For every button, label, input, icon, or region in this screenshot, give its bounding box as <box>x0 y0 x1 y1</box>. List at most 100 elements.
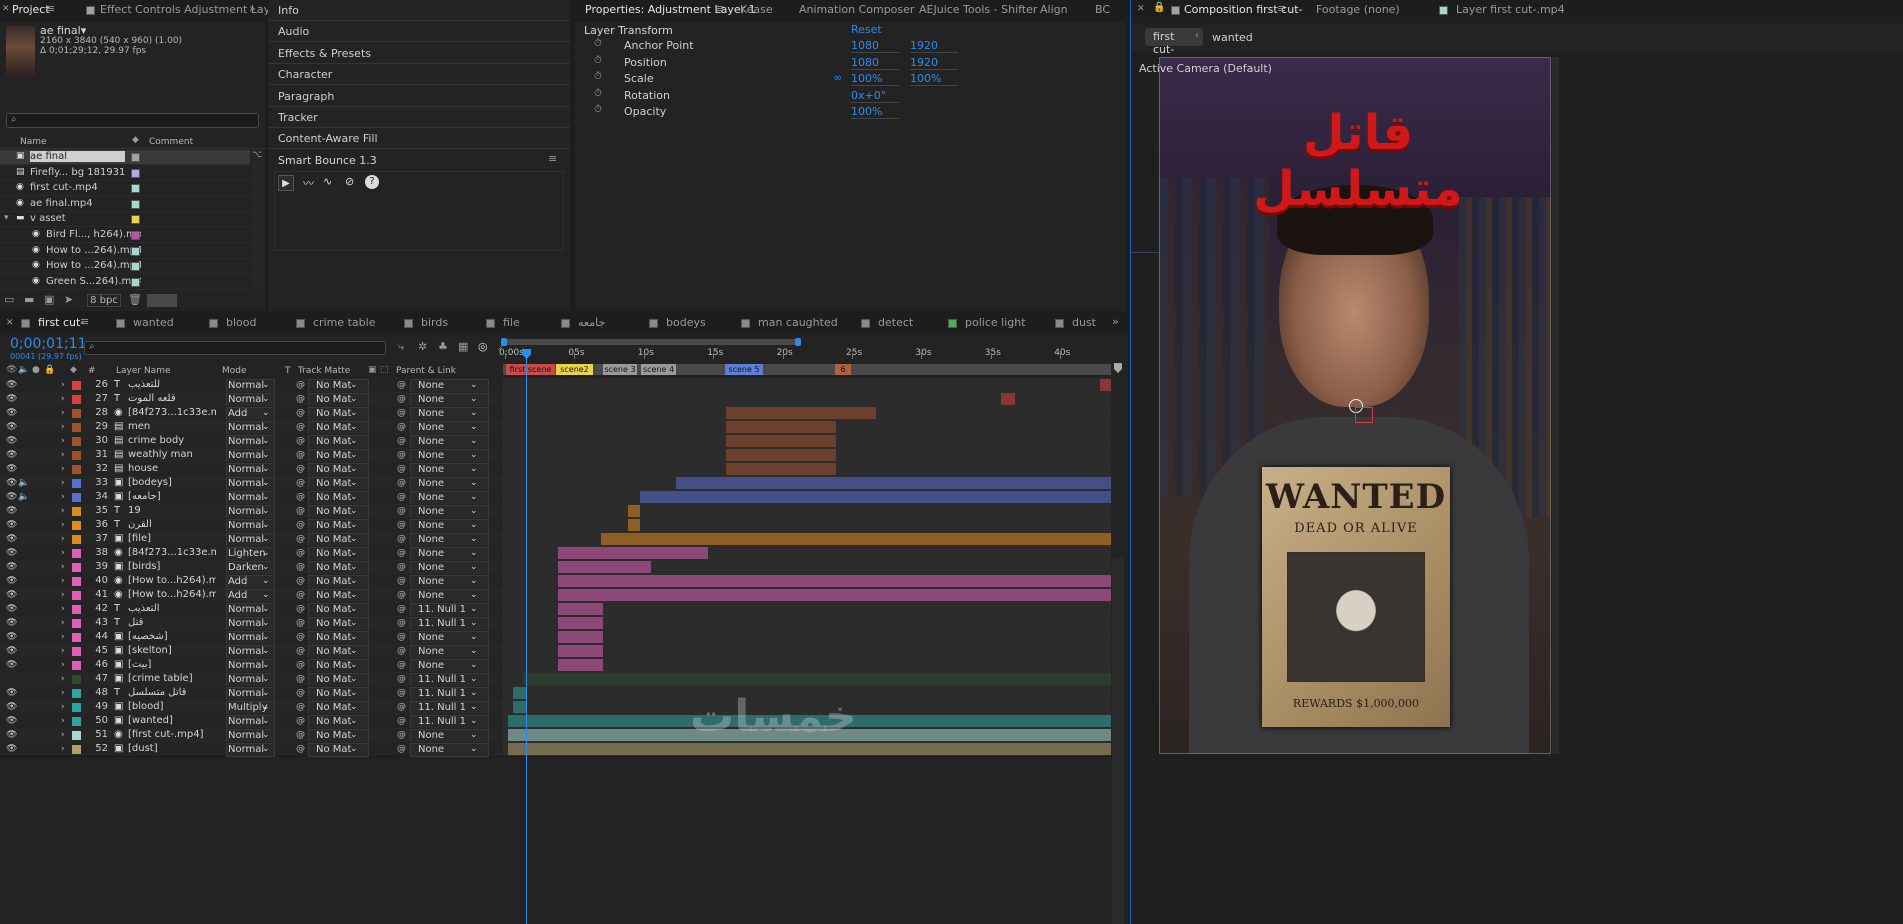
bounce-wave-icon[interactable]: 〰 <box>303 175 314 191</box>
col-parent[interactable]: Parent & Link <box>396 366 456 376</box>
visibility-eye-icon[interactable]: 👁 <box>6 630 17 644</box>
disclosure-chevron-icon[interactable]: › <box>61 448 65 462</box>
utility-panel-item[interactable]: Paragraph <box>268 86 570 107</box>
label-color-swatch[interactable] <box>72 689 81 698</box>
track-matte-select[interactable]: No Mat <box>308 505 369 519</box>
chevron-down-icon[interactable]: ⌄ <box>350 686 358 700</box>
track-matte-select[interactable]: No Mat <box>308 701 369 715</box>
track-matte-select[interactable]: No Mat <box>308 379 369 393</box>
timecode[interactable]: 0;00;01;11 <box>10 336 87 352</box>
label-color-swatch[interactable] <box>72 521 81 530</box>
layer-duration-bar[interactable] <box>558 561 651 573</box>
chevron-down-icon[interactable]: ⌄ <box>262 434 270 448</box>
disclosure-chevron-icon[interactable]: › <box>61 658 65 672</box>
chevron-down-icon[interactable]: ⌄ <box>350 420 358 434</box>
timeline-menu-icon[interactable]: ≡ <box>80 315 89 328</box>
disclosure-chevron-icon[interactable]: › <box>61 630 65 644</box>
track-matte-select[interactable]: No Mat <box>308 421 369 435</box>
label-color-swatch[interactable] <box>72 381 81 390</box>
layer-name[interactable]: house <box>128 462 216 476</box>
chevron-down-icon[interactable]: ⌄ <box>470 406 478 420</box>
visibility-eye-icon[interactable]: 👁 <box>6 588 17 602</box>
chevron-down-icon[interactable]: ⌄ <box>262 602 270 616</box>
label-color-swatch[interactable] <box>72 731 81 740</box>
utility-panel-item[interactable]: Character <box>268 64 570 86</box>
layer-row[interactable]: 👁 › 44 ▣ [شخصيه] Normal ⌄ @ No Mat ⌄ @ None ⌄ <box>0 630 1112 645</box>
chevron-down-icon[interactable]: ⌄ <box>350 630 358 644</box>
chevron-down-icon[interactable]: ⌄ <box>470 714 478 728</box>
disclosure-chevron-icon[interactable]: › <box>61 378 65 392</box>
motion-blur-icon[interactable]: ◎ <box>478 340 488 353</box>
play-icon[interactable]: ▶ <box>278 175 294 191</box>
parent-pickwhip-icon[interactable]: @ <box>397 434 406 448</box>
layer-name[interactable]: [How to...h264).mp4] <box>128 574 216 588</box>
pickwhip-icon[interactable]: @ <box>296 714 305 728</box>
chevron-down-icon[interactable]: ⌄ <box>262 616 270 630</box>
chevron-down-icon[interactable]: ⌄ <box>350 378 358 392</box>
visibility-eye-icon[interactable]: 👁 <box>6 392 17 406</box>
layer-row[interactable]: 👁›40◉[How to...h264).mp4]Add⌄@No Mat⌄@No… <box>0 574 1112 589</box>
timeline-comp-tab[interactable]: crime table <box>313 316 375 329</box>
visibility-eye-icon[interactable]: 👁 <box>6 504 17 518</box>
parent-pickwhip-icon[interactable]: @ <box>397 476 406 490</box>
property-value-1[interactable]: 100% <box>851 72 899 87</box>
comp-menu-icon[interactable]: ≡ <box>1277 2 1286 15</box>
chevron-down-icon[interactable]: ⌄ <box>470 616 478 630</box>
disclosure-chevron-icon[interactable]: › <box>61 504 65 518</box>
label-swatch[interactable] <box>131 199 140 209</box>
timeline-marker[interactable]: 6 <box>835 364 851 375</box>
layer-duration-bar[interactable] <box>640 491 1111 503</box>
lock-icon[interactable]: 🔒 <box>1153 2 1165 13</box>
chevron-down-icon[interactable]: ⌄ <box>470 434 478 448</box>
utility-panel-item[interactable]: Info <box>268 0 570 21</box>
chevron-down-icon[interactable]: ⌄ <box>350 700 358 714</box>
label-color-swatch[interactable] <box>72 619 81 628</box>
layer-row[interactable]: 👁 › 36 T القرن Normal ⌄ @ No Mat ⌄ @ None ⌄ <box>0 518 1112 533</box>
chevron-down-icon[interactable]: ⌄ <box>350 602 358 616</box>
parent-pickwhip-icon[interactable]: @ <box>397 588 406 602</box>
timeline-marker[interactable]: scene 5 <box>725 364 763 375</box>
audio-speaker-icon[interactable]: 🔈 <box>18 490 29 504</box>
chevron-down-icon[interactable]: ⌄ <box>470 560 478 574</box>
utility-panel-item[interactable]: Content-Aware Fill <box>268 128 570 150</box>
pickwhip-icon[interactable]: @ <box>296 392 305 406</box>
chevron-down-icon[interactable]: ⌄ <box>470 392 478 406</box>
panel-menu-icon[interactable]: ≡ <box>46 2 55 15</box>
chevron-down-icon[interactable]: ⌄ <box>262 560 270 574</box>
layer-name[interactable]: [How to...h264).mp4] <box>128 588 216 602</box>
pickwhip-icon[interactable]: @ <box>296 560 305 574</box>
parent-pickwhip-icon[interactable]: @ <box>397 644 406 658</box>
parent-pickwhip-icon[interactable]: @ <box>397 630 406 644</box>
disclosure-chevron-icon[interactable]: › <box>61 686 65 700</box>
chevron-down-icon[interactable]: ⌄ <box>470 588 478 602</box>
tab-animation-composer[interactable]: Animation Composer <box>799 3 914 16</box>
col-track-matte[interactable]: Track Matte <box>298 366 350 376</box>
chevron-down-icon[interactable]: ⌄ <box>470 532 478 546</box>
render-queue-icon[interactable]: ➤ <box>64 293 73 306</box>
chevron-down-icon[interactable]: ⌄ <box>262 476 270 490</box>
label-color-swatch[interactable] <box>72 507 81 516</box>
chevron-down-icon[interactable]: ⌄ <box>470 504 478 518</box>
layer-duration-bar[interactable] <box>558 645 603 657</box>
project-item[interactable]: ◉ How to ...264).mp4 <box>0 244 250 259</box>
layer-name[interactable]: التعذيب <box>128 602 216 616</box>
panel-overflow-icon[interactable]: » <box>249 2 256 15</box>
project-search-input[interactable]: ⌕ <box>6 113 259 128</box>
disclosure-chevron-icon[interactable]: › <box>61 644 65 658</box>
layer-duration-bar[interactable] <box>726 407 876 419</box>
stopwatch-icon[interactable]: ⏱ <box>594 104 602 115</box>
disclosure-chevron-icon[interactable]: › <box>61 560 65 574</box>
chevron-down-icon[interactable]: ⌄ <box>262 462 270 476</box>
chevron-down-icon[interactable]: ⌄ <box>350 728 358 742</box>
label-color-swatch[interactable] <box>72 451 81 460</box>
chevron-down-icon[interactable]: ⌄ <box>470 546 478 560</box>
label-color-swatch[interactable] <box>72 577 81 586</box>
track-matte-select[interactable]: No Mat <box>308 393 369 407</box>
layer-name[interactable]: [84f273...1c33e.mp4] <box>128 406 216 420</box>
label-swatch[interactable] <box>131 184 140 194</box>
chevron-down-icon[interactable]: ⌄ <box>262 672 270 686</box>
layer-name[interactable]: [birds] <box>128 560 216 574</box>
label-color-swatch[interactable] <box>72 633 81 642</box>
chevron-down-icon[interactable]: ⌄ <box>470 728 478 742</box>
visibility-eye-icon[interactable]: 👁 <box>6 476 17 490</box>
